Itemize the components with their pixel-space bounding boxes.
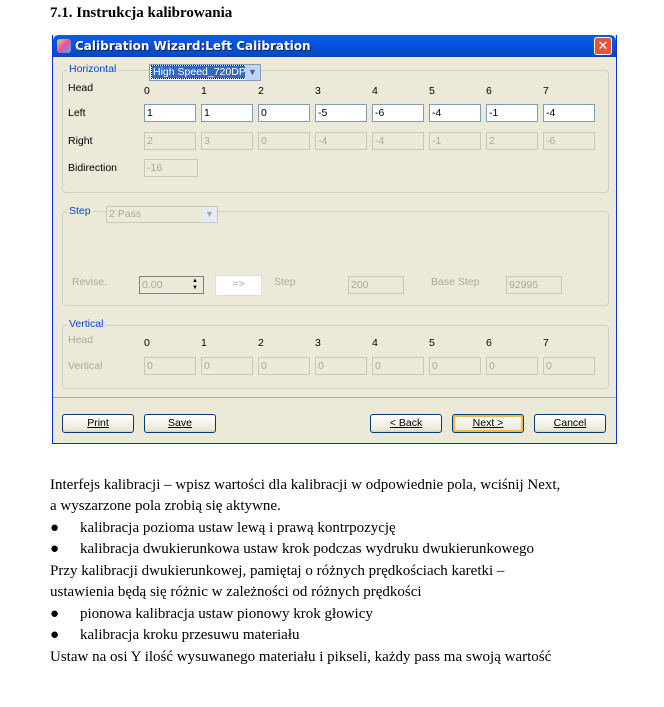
vertical-field[interactable]: 0 bbox=[372, 357, 424, 375]
bullet-icon: ● bbox=[50, 541, 60, 557]
paragraph-line: a wyszarzone pola zrobią się aktywne. bbox=[50, 498, 281, 514]
vertical-field[interactable]: 0 bbox=[429, 357, 481, 375]
bullet-item: kalibracja pozioma ustaw lewą i prawą ko… bbox=[80, 520, 396, 536]
step-group-label: Step bbox=[67, 205, 93, 217]
chevron-down-icon: ▼ bbox=[202, 207, 217, 222]
vertical-head-label: Head bbox=[68, 334, 94, 346]
vertical-field[interactable]: 0 bbox=[144, 357, 196, 375]
step-field[interactable]: 200 bbox=[348, 276, 404, 294]
right-field[interactable]: 0 bbox=[258, 132, 310, 150]
left-field[interactable]: 1 bbox=[144, 104, 196, 122]
right-field[interactable]: 2 bbox=[144, 132, 196, 150]
head-number: 3 bbox=[315, 85, 321, 97]
step-label: Step bbox=[274, 276, 296, 288]
vertical-head-number: 7 bbox=[543, 337, 549, 349]
right-field[interactable]: -4 bbox=[372, 132, 424, 150]
speed-mode-value: High Speed_720DP bbox=[151, 65, 248, 79]
revise-spinner[interactable]: 0.00 ▲ ▼ bbox=[139, 276, 204, 294]
paragraph-line: Przy kalibracji dwukierunkowej, pamiętaj… bbox=[50, 563, 505, 579]
vertical-field[interactable]: 0 bbox=[201, 357, 253, 375]
right-field[interactable]: -4 bbox=[315, 132, 367, 150]
revise-value: 0.00 bbox=[142, 279, 163, 291]
bullet-item: kalibracja kroku przesuwu materiału bbox=[80, 627, 300, 643]
head-number: 0 bbox=[144, 85, 150, 97]
next-button[interactable]: Next > bbox=[452, 414, 524, 433]
close-button[interactable]: ✕ bbox=[594, 37, 612, 55]
head-number: 6 bbox=[486, 85, 492, 97]
cancel-button[interactable]: Cancel bbox=[534, 414, 606, 433]
left-field[interactable]: 1 bbox=[201, 104, 253, 122]
calibration-wizard-dialog: Calibration Wizard:Left Calibration ✕ Ho… bbox=[52, 35, 617, 444]
bullet-icon: ● bbox=[50, 606, 60, 622]
divider bbox=[53, 397, 616, 398]
horizontal-group-label: Horizontal bbox=[67, 63, 119, 75]
vertical-head-number: 0 bbox=[144, 337, 150, 349]
left-field[interactable]: -4 bbox=[429, 104, 481, 122]
right-field[interactable]: 3 bbox=[201, 132, 253, 150]
bidirection-field[interactable]: -16 bbox=[144, 159, 198, 177]
left-field[interactable]: -4 bbox=[543, 104, 595, 122]
bullet-icon: ● bbox=[50, 627, 60, 643]
right-label: Right bbox=[68, 135, 93, 147]
vertical-head-number: 3 bbox=[315, 337, 321, 349]
right-field[interactable]: -1 bbox=[429, 132, 481, 150]
head-number: 5 bbox=[429, 85, 435, 97]
left-field[interactable]: -1 bbox=[486, 104, 538, 122]
revise-label: Revise: bbox=[72, 276, 108, 288]
vertical-field[interactable]: 0 bbox=[543, 357, 595, 375]
right-field[interactable]: 2 bbox=[486, 132, 538, 150]
print-button[interactable]: Print bbox=[62, 414, 134, 433]
head-number: 2 bbox=[258, 85, 264, 97]
back-button[interactable]: < Back bbox=[370, 414, 442, 433]
bullet-item: kalibracja dwukierunkowa ustaw krok podc… bbox=[80, 541, 535, 557]
bullet-icon: ● bbox=[50, 520, 60, 536]
left-label: Left bbox=[68, 107, 86, 119]
paragraph-line: ustawienia będą się różnic w zależności … bbox=[50, 584, 422, 600]
vertical-head-number: 1 bbox=[201, 337, 207, 349]
vertical-group-label: Vertical bbox=[67, 318, 106, 330]
base-step-field[interactable]: 92995 bbox=[506, 276, 562, 294]
vertical-head-number: 4 bbox=[372, 337, 378, 349]
vertical-field[interactable]: 0 bbox=[486, 357, 538, 375]
paragraph-line: Interfejs kalibracji – wpisz wartości dl… bbox=[50, 477, 561, 493]
vertical-field[interactable]: 0 bbox=[258, 357, 310, 375]
vertical-field[interactable]: 0 bbox=[315, 357, 367, 375]
paragraph-line: Ustaw na osi Y ilość wysuwanego materiał… bbox=[50, 649, 552, 665]
left-field[interactable]: -5 bbox=[315, 104, 367, 122]
save-button[interactable]: Save bbox=[144, 414, 216, 433]
left-field[interactable]: -6 bbox=[372, 104, 424, 122]
head-number: 1 bbox=[201, 85, 207, 97]
bullet-item: pionowa kalibracja ustaw pionowy krok gł… bbox=[80, 606, 373, 622]
apply-revise-button[interactable]: => bbox=[215, 275, 262, 296]
bidirection-label: Bidirection bbox=[68, 162, 118, 174]
pass-select[interactable]: 2 Pass ▼ bbox=[106, 206, 218, 223]
head-number: 4 bbox=[372, 85, 378, 97]
section-heading: 7.1. Instrukcja kalibrowania bbox=[50, 5, 233, 21]
pass-value: 2 Pass bbox=[109, 208, 142, 220]
dialog-title: Calibration Wizard:Left Calibration bbox=[75, 39, 311, 53]
head-label: Head bbox=[68, 82, 94, 94]
spinner-arrows-icon[interactable]: ▲ ▼ bbox=[188, 278, 202, 292]
vertical-label: Vertical bbox=[68, 360, 103, 372]
vertical-head-number: 6 bbox=[486, 337, 492, 349]
app-icon bbox=[57, 39, 71, 53]
left-field[interactable]: 0 bbox=[258, 104, 310, 122]
vertical-head-number: 5 bbox=[429, 337, 435, 349]
title-bar[interactable]: Calibration Wizard:Left Calibration ✕ bbox=[53, 35, 616, 57]
speed-mode-select[interactable]: High Speed_720DP ▼ bbox=[149, 64, 261, 81]
base-step-label: Base Step bbox=[431, 276, 480, 288]
chevron-down-icon: ▼ bbox=[245, 65, 260, 80]
head-number: 7 bbox=[543, 85, 549, 97]
vertical-head-number: 2 bbox=[258, 337, 264, 349]
right-field[interactable]: -6 bbox=[543, 132, 595, 150]
